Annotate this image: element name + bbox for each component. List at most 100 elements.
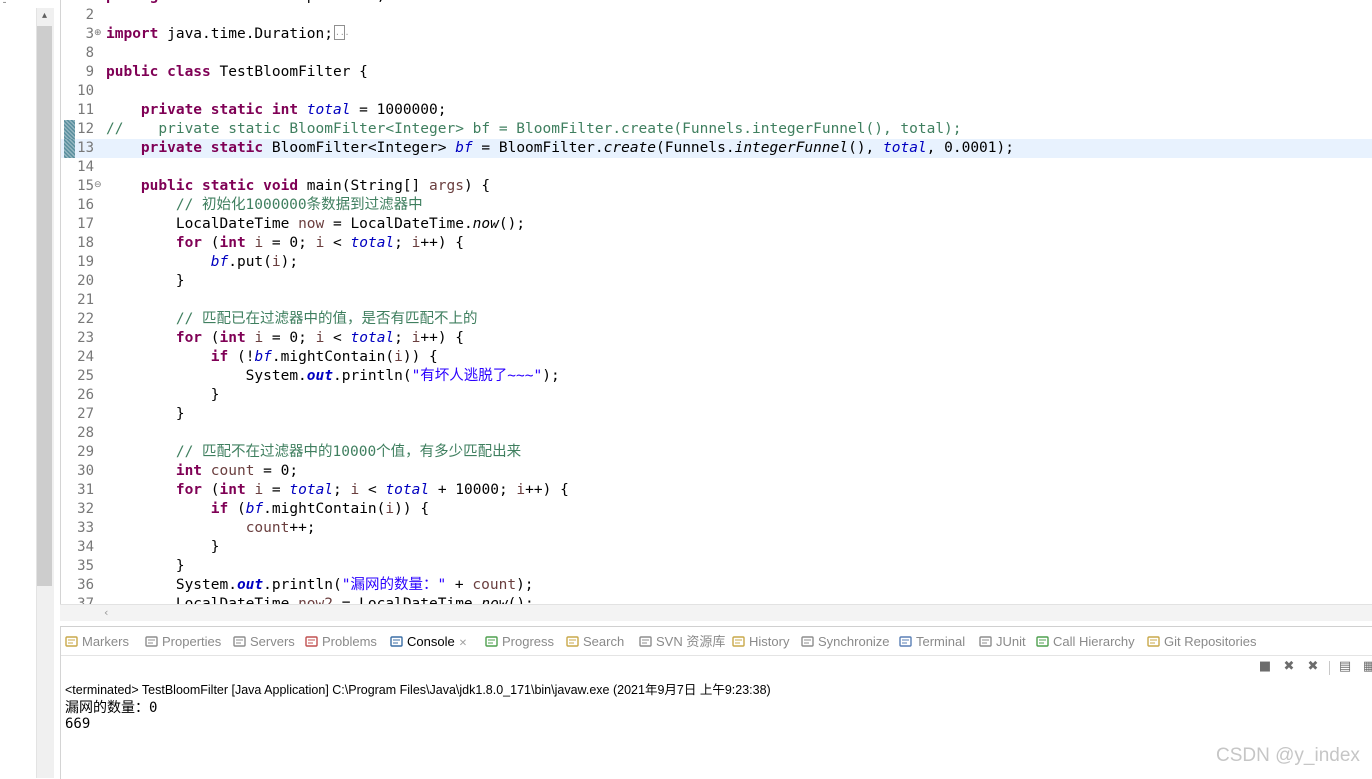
editor-horizontal-scrollbar[interactable]: ‹: [60, 604, 1372, 621]
scroll-lock-icon[interactable]: ▤: [1337, 659, 1353, 675]
code-line[interactable]: 21: [61, 291, 1372, 310]
tab-progress[interactable]: Progress: [485, 632, 554, 652]
line-number: 31: [77, 482, 94, 498]
tab-properties[interactable]: Properties: [145, 632, 221, 652]
code-text: for (int i = 0; i < total; i++) {: [106, 329, 464, 348]
code-line[interactable]: 20 }: [61, 272, 1372, 291]
fold-expand-icon[interactable]: ⊕: [94, 25, 104, 42]
tab-servers[interactable]: Servers: [233, 632, 295, 652]
tab-git-repositories[interactable]: Git Repositories: [1147, 632, 1256, 652]
code-token: = 1000000;: [350, 102, 447, 118]
pin-console-icon[interactable]: ▦: [1361, 659, 1372, 675]
code-text: }: [106, 405, 185, 424]
code-line[interactable]: 26 }: [61, 386, 1372, 405]
tab-console[interactable]: Console ✕: [390, 632, 468, 654]
code-line[interactable]: 28: [61, 424, 1372, 443]
tab-search[interactable]: Search: [566, 632, 624, 652]
line-number: 21: [77, 292, 94, 308]
code-line[interactable]: 3 ⊕ import java.time.Duration;...: [61, 24, 1372, 44]
code-line[interactable]: 17 LocalDateTime now = LocalDateTime.now…: [61, 215, 1372, 234]
code-line[interactable]: 30 int count = 0;: [61, 462, 1372, 481]
code-line[interactable]: 34 }: [61, 538, 1372, 557]
code-token: if: [210, 501, 229, 517]
code-line[interactable]: 25 System.out.println("有坏人逃脱了~~~");: [61, 367, 1372, 386]
code-line[interactable]: 18 for (int i = 0; i < total; i++) {: [61, 234, 1372, 253]
code-token: total: [883, 140, 927, 156]
code-token: ++) {: [420, 235, 465, 251]
code-line[interactable]: 35 }: [61, 557, 1372, 576]
svn-repository-icon: [639, 634, 652, 647]
code-token: count: [210, 463, 255, 479]
code-token: ++) {: [420, 330, 465, 346]
line-number: 3: [85, 26, 94, 42]
close-icon[interactable]: ✕: [459, 634, 467, 654]
code-text: for (int i = 0; i < total; i++) {: [106, 234, 464, 253]
problems-icon: [305, 634, 318, 647]
code-token: now: [298, 216, 325, 232]
code-line[interactable]: 10: [61, 82, 1372, 101]
code-text: }: [106, 538, 220, 557]
code-editor[interactable]: 1package com.xdf.xcloudapi.utils;23⊕impo…: [60, 0, 1372, 620]
code-line[interactable]: 29 // 匹配不在过滤器中的10000个值，有多少匹配出来: [61, 443, 1372, 462]
collapse-icon[interactable]: ⁃: [2, 0, 16, 9]
code-line[interactable]: 9 public class TestBloomFilter {: [61, 63, 1372, 82]
code-line[interactable]: 23 for (int i = 0; i < total; i++) {: [61, 329, 1372, 348]
scroll-left-icon[interactable]: ‹: [104, 605, 116, 621]
scroll-up-icon[interactable]: ▴: [37, 8, 52, 24]
remove-launch-icon[interactable]: ✖: [1281, 659, 1297, 675]
fold-collapse-icon[interactable]: ⊖: [94, 177, 104, 194]
code-token: );: [516, 577, 534, 593]
code-line[interactable]: 33 count++;: [61, 519, 1372, 538]
code-text: System.out.println("漏网的数量：" + count);: [106, 576, 534, 595]
code-token: )) {: [394, 501, 430, 517]
code-line[interactable]: 16 // 初始化1000000条数据到过滤器中: [61, 196, 1372, 215]
code-token: <: [324, 330, 351, 346]
tab-junit[interactable]: JUnit: [979, 632, 1026, 652]
folded-imports-box[interactable]: ...: [334, 24, 349, 40]
code-line[interactable]: 36 System.out.println("漏网的数量：" + count);: [61, 576, 1372, 595]
line-number: 11: [77, 102, 94, 118]
tab-label: Git Repositories: [1164, 634, 1257, 649]
code-token: }: [106, 406, 185, 422]
code-token: .put(: [228, 254, 272, 270]
terminal-icon: [899, 634, 912, 647]
code-line[interactable]: 11 private static int total = 1000000;: [61, 101, 1372, 120]
code-line[interactable]: 13 private static BloomFilter<Integer> b…: [61, 139, 1372, 158]
line-number: 14: [77, 159, 94, 175]
tab-call-hierarchy[interactable]: Call Hierarchy: [1036, 632, 1135, 652]
code-line[interactable]: 12 // private static BloomFilter<Integer>…: [61, 120, 1372, 139]
code-text: }: [106, 272, 185, 291]
tab-markers[interactable]: Markers: [65, 632, 129, 652]
code-text: public static void main(String[] args) {: [106, 177, 490, 196]
terminate-icon[interactable]: ■: [1257, 659, 1273, 675]
code-text: private static BloomFilter<Integer> bf =…: [106, 139, 1014, 158]
tab-problems[interactable]: Problems: [305, 632, 377, 652]
code-line[interactable]: 24 if (!bf.mightContain(i)) {: [61, 348, 1372, 367]
code-line[interactable]: 2: [61, 6, 1372, 25]
code-line[interactable]: 19 bf.put(i);: [61, 253, 1372, 272]
code-token: = 0;: [263, 330, 316, 346]
outline-scrollbar-thumb[interactable]: [37, 26, 52, 586]
tab-synchronize[interactable]: Synchronize: [801, 632, 890, 652]
code-line[interactable]: 31 for (int i = total; i < total + 10000…: [61, 481, 1372, 500]
code-line[interactable]: 15 ⊖ public static void main(String[] arg…: [61, 177, 1372, 196]
line-number: 15: [77, 178, 94, 194]
code-line[interactable]: 22 // 匹配已在过滤器中的值，是否有匹配不上的: [61, 310, 1372, 329]
code-line[interactable]: 8: [61, 44, 1372, 63]
bottom-panel: Markers Properties Servers Problems Console ✕…: [60, 626, 1372, 779]
code-token: bf: [245, 501, 264, 517]
tab-svn[interactable]: SVN 资源库: [639, 632, 725, 652]
code-line[interactable]: 14: [61, 158, 1372, 177]
code-token: for: [175, 235, 203, 251]
code-line[interactable]: 32 if (bf.mightContain(i)) {: [61, 500, 1372, 519]
tab-terminal[interactable]: Terminal: [899, 632, 965, 652]
tab-history[interactable]: History: [732, 632, 789, 652]
remove-all-terminated-icon[interactable]: ✖: [1305, 659, 1321, 675]
code-line[interactable]: 27 }: [61, 405, 1372, 424]
code-token: int: [175, 463, 203, 479]
code-token: (: [202, 330, 220, 346]
